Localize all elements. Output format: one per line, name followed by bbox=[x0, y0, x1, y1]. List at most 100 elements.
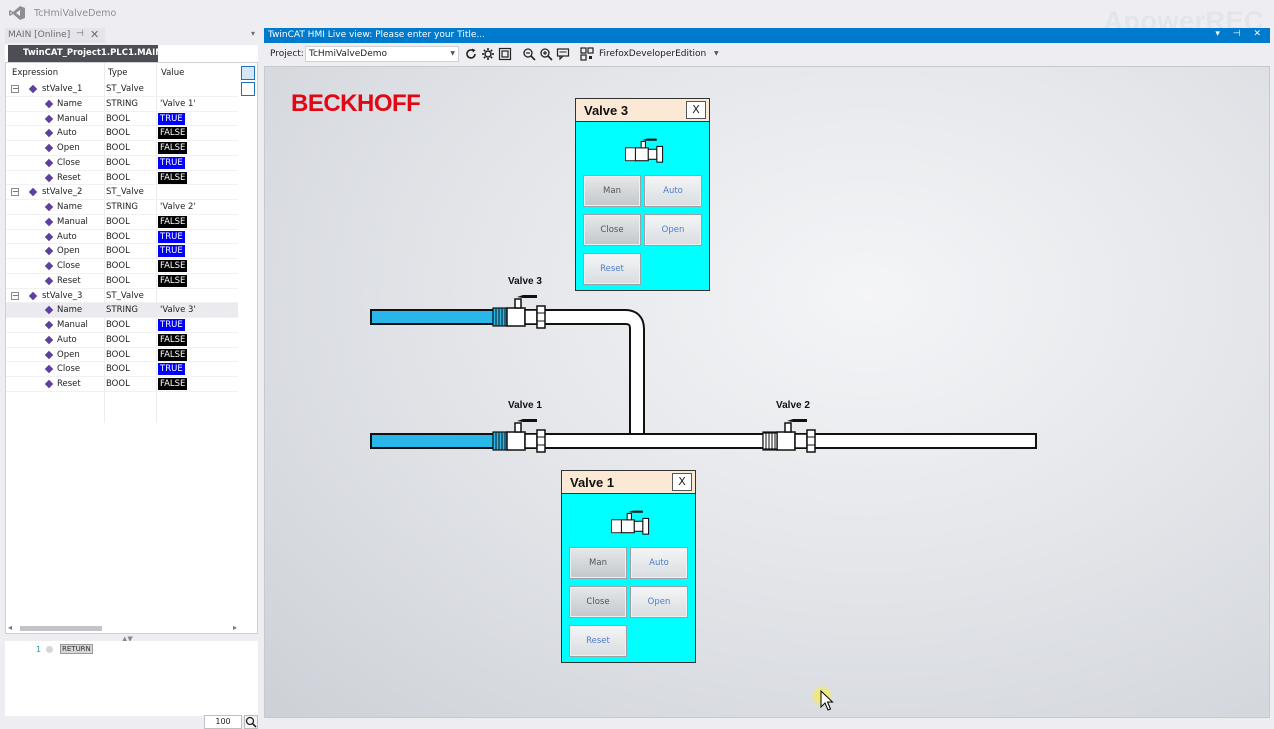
manual-button[interactable]: Man bbox=[583, 175, 641, 207]
row-type: BOOL bbox=[106, 113, 130, 124]
row-value[interactable]: 'Valve 1' bbox=[158, 98, 198, 110]
table-row[interactable]: Close BOOL TRUE bbox=[6, 362, 238, 377]
table-row[interactable]: − stValve_3 ST_Valve bbox=[6, 289, 238, 304]
table-row[interactable]: Close BOOL FALSE bbox=[6, 259, 238, 274]
row-expression: stValve_2 bbox=[42, 187, 83, 198]
row-value[interactable]: 'Valve 2' bbox=[158, 201, 198, 213]
table-row[interactable]: − stValve_1 ST_Valve bbox=[6, 82, 238, 97]
variable-icon bbox=[44, 335, 54, 344]
manual-button[interactable]: Man bbox=[569, 547, 627, 579]
table-row[interactable]: Auto BOOL FALSE bbox=[6, 126, 238, 141]
qr-code-icon[interactable] bbox=[580, 47, 594, 61]
row-value[interactable]: TRUE bbox=[158, 156, 185, 169]
row-value[interactable]: FALSE bbox=[158, 260, 188, 272]
variable-icon bbox=[44, 143, 54, 153]
row-expression: Reset bbox=[57, 172, 81, 183]
open-valve-button[interactable]: Open bbox=[630, 586, 688, 618]
scrollbar-thumb[interactable] bbox=[20, 626, 102, 631]
settings-refresh-icon[interactable] bbox=[481, 47, 495, 61]
table-row[interactable]: Name STRING 'Valve 2' bbox=[6, 200, 238, 215]
column-type[interactable]: Type bbox=[108, 68, 128, 78]
row-expression: Name bbox=[57, 305, 83, 316]
table-row[interactable]: Name STRING 'Valve 1' bbox=[6, 97, 238, 112]
table-row[interactable]: Auto BOOL TRUE bbox=[6, 230, 238, 245]
table-row[interactable]: Open BOOL FALSE bbox=[6, 348, 238, 363]
collapse-icon[interactable]: − bbox=[11, 291, 19, 300]
column-value[interactable]: Value bbox=[161, 68, 184, 78]
list-view-icon[interactable] bbox=[241, 66, 255, 80]
fit-window-icon[interactable] bbox=[498, 47, 512, 61]
panel-view-icon[interactable] bbox=[241, 82, 255, 96]
close-valve-button[interactable]: Close bbox=[583, 214, 641, 246]
close-icon[interactable]: X bbox=[686, 101, 706, 119]
zoom-input[interactable]: 100 bbox=[204, 715, 242, 729]
row-value[interactable]: FALSE bbox=[158, 378, 188, 390]
row-value[interactable]: 'Valve 3' bbox=[158, 304, 198, 316]
row-value[interactable]: FALSE bbox=[158, 215, 188, 228]
scroll-left-icon[interactable]: ◂ bbox=[8, 623, 12, 632]
auto-button[interactable]: Auto bbox=[630, 547, 688, 579]
row-value[interactable]: FALSE bbox=[158, 127, 188, 140]
row-value[interactable]: FALSE bbox=[158, 171, 188, 184]
row-value[interactable]: TRUE bbox=[158, 112, 185, 125]
tab-label[interactable]: MAIN [Online] bbox=[8, 30, 70, 40]
table-row[interactable]: Name STRING 'Valve 3' bbox=[6, 303, 238, 318]
table-row[interactable]: Open BOOL TRUE bbox=[6, 244, 238, 259]
zoom-out-icon[interactable] bbox=[522, 47, 536, 61]
close-icon[interactable]: ✕ bbox=[90, 28, 99, 41]
scroll-right-icon[interactable]: ▸ bbox=[233, 623, 237, 632]
row-value[interactable]: TRUE bbox=[158, 319, 185, 331]
row-value[interactable]: TRUE bbox=[158, 245, 185, 258]
code-editor[interactable]: 1 RETURN 100 bbox=[5, 641, 258, 729]
table-row[interactable]: Manual BOOL FALSE bbox=[6, 215, 238, 230]
reset-button[interactable]: Reset bbox=[583, 253, 641, 285]
refresh-icon[interactable] bbox=[464, 47, 478, 61]
zoom-in-icon[interactable] bbox=[539, 47, 553, 61]
valve1-symbol[interactable] bbox=[492, 418, 546, 453]
chevron-down-icon[interactable]: ▼ bbox=[714, 50, 719, 57]
valve1-faceplate: Valve 1 X Man Auto Close Open Reset bbox=[561, 470, 696, 663]
collapse-icon[interactable]: − bbox=[11, 85, 19, 93]
table-row[interactable]: Auto BOOL FALSE bbox=[6, 333, 238, 348]
table-row[interactable]: Reset BOOL FALSE bbox=[6, 274, 238, 289]
row-expression: Reset bbox=[57, 379, 81, 389]
row-value[interactable]: FALSE bbox=[158, 333, 188, 346]
project-select[interactable]: TcHmiValveDemo ▼ bbox=[305, 46, 459, 62]
row-type: BOOL bbox=[106, 157, 130, 168]
row-expression: Auto bbox=[57, 334, 77, 345]
pin-icon[interactable]: ⊣ bbox=[76, 29, 84, 39]
row-value[interactable]: FALSE bbox=[158, 142, 188, 154]
chevron-down-icon[interactable]: ▾ bbox=[251, 29, 255, 38]
open-valve-button[interactable]: Open bbox=[644, 214, 702, 246]
window-controls[interactable]: ▾ ⊣ ✕ bbox=[1215, 29, 1266, 39]
reset-button[interactable]: Reset bbox=[569, 625, 627, 657]
comment-icon[interactable] bbox=[556, 47, 570, 61]
table-row[interactable]: Close BOOL TRUE bbox=[6, 156, 238, 171]
valve3-symbol[interactable] bbox=[492, 294, 546, 329]
collapse-icon[interactable]: − bbox=[11, 188, 19, 197]
row-value[interactable]: FALSE bbox=[158, 274, 188, 287]
close-icon[interactable]: X bbox=[672, 473, 692, 491]
app-title: TcHmiValveDemo bbox=[34, 8, 117, 19]
document-tab[interactable]: MAIN [Online] ⊣ ✕ ▾ bbox=[5, 28, 258, 43]
close-valve-button[interactable]: Close bbox=[569, 586, 627, 618]
horizontal-scrollbar[interactable]: ◂ ▸ bbox=[8, 623, 237, 633]
zoom-magnifier-icon[interactable] bbox=[244, 715, 258, 729]
browser-select[interactable]: FirefoxDeveloperEdition bbox=[599, 49, 706, 59]
auto-button[interactable]: Auto bbox=[644, 175, 702, 207]
chevron-down-icon[interactable]: ▼ bbox=[450, 50, 455, 57]
table-row[interactable]: Manual BOOL TRUE bbox=[6, 112, 238, 127]
title-bar: TcHmiValveDemo ApowerREC bbox=[0, 0, 1274, 36]
table-row[interactable]: Reset BOOL FALSE bbox=[6, 377, 238, 392]
row-value[interactable]: TRUE bbox=[158, 363, 185, 376]
table-row[interactable]: Manual BOOL TRUE bbox=[6, 318, 238, 333]
row-value[interactable]: FALSE bbox=[158, 348, 188, 361]
table-row[interactable]: Reset BOOL FALSE bbox=[6, 171, 238, 186]
table-row[interactable]: Open BOOL FALSE bbox=[6, 141, 238, 156]
row-value[interactable]: TRUE bbox=[158, 230, 185, 243]
breakpoint-icon[interactable] bbox=[46, 646, 53, 653]
valve2-label: Valve 2 bbox=[776, 400, 810, 411]
variable-icon bbox=[44, 99, 54, 108]
column-expression[interactable]: Expression bbox=[12, 68, 58, 78]
table-row[interactable]: − stValve_2 ST_Valve bbox=[6, 185, 238, 200]
